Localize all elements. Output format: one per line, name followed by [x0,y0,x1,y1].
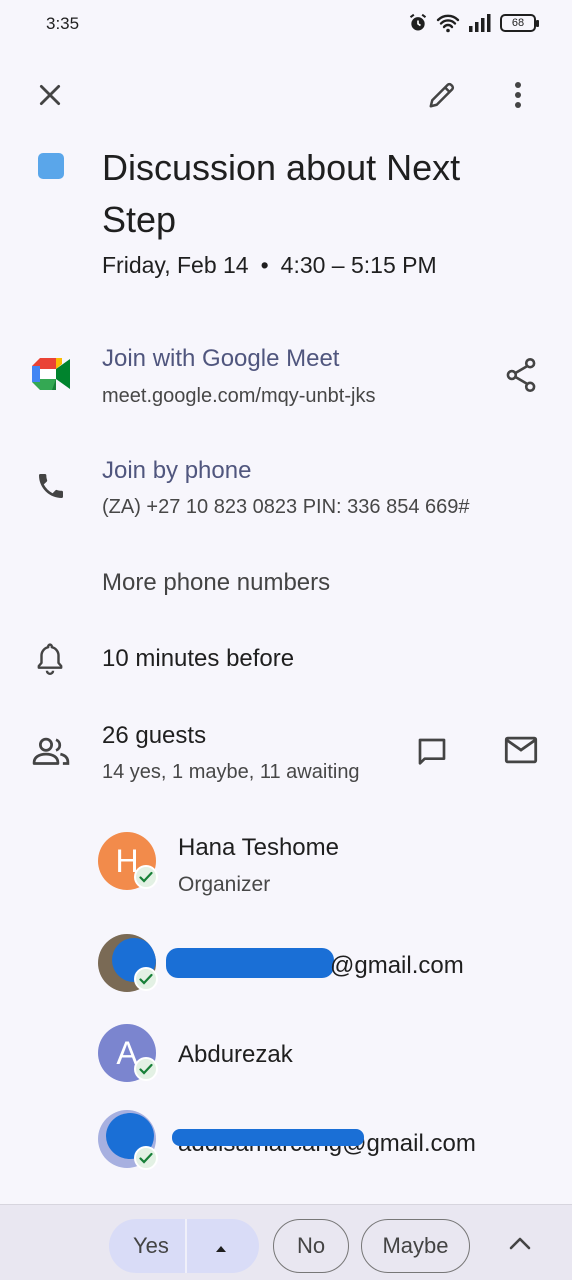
alarm-icon [409,13,427,31]
reminder-text[interactable]: 10 minutes before [102,645,294,673]
more-options-button[interactable] [494,71,542,119]
expand-button[interactable] [496,1219,544,1267]
guest-item[interactable]: A [98,1024,158,1082]
caret-up-icon [216,1246,226,1252]
accepted-check-icon [134,865,158,889]
guest-name: @gmail.com [330,952,464,979]
edit-button[interactable] [418,71,466,119]
guest-item[interactable]: H [98,832,158,890]
join-meet-link[interactable]: Join with Google Meet [102,345,339,373]
chevron-up-icon [509,1237,531,1250]
event-when: Friday, Feb 14 • 4:30 – 5:15 PM [102,252,437,279]
event-time: 4:30 – 5:15 PM [280,252,437,278]
share-button[interactable] [497,351,545,399]
guest-name: Hana Teshome [178,834,339,861]
event-title: Discussion about Next Step [102,147,461,240]
close-icon [39,84,61,106]
event-date: Friday, Feb 14 [102,252,249,278]
bell-icon [35,641,65,680]
mail-icon [504,736,538,764]
more-phone-numbers-link[interactable]: More phone numbers [102,569,330,597]
guest-item[interactable] [98,1110,158,1170]
guest-role: Organizer [178,873,271,896]
close-button[interactable] [26,71,74,119]
status-time: 3:35 [46,14,80,33]
rsvp-yes-button[interactable]: Yes [133,1233,169,1259]
wifi-icon [436,14,460,33]
redaction-mark [166,948,334,978]
guest-count: 26 guests [102,722,207,749]
accepted-check-icon [134,1057,158,1081]
rsvp-bar: Yes No Maybe [0,1204,572,1280]
more-vert-icon [515,82,521,108]
rsvp-options-button[interactable] [213,1237,229,1263]
people-icon [32,736,70,771]
google-meet-icon [32,358,70,395]
rsvp-no-button[interactable]: No [273,1219,349,1273]
phone-icon [35,470,67,507]
rsvp-yes-group: Yes [109,1219,259,1273]
chat-guests-button[interactable] [408,728,456,776]
status-icons: 68 [408,13,539,33]
accepted-check-icon [134,967,158,991]
chat-icon [418,738,446,765]
event-color-swatch [38,153,64,179]
accepted-check-icon [134,1146,158,1170]
redaction-mark [172,1129,364,1146]
email-guests-button[interactable] [497,726,545,774]
separator-dot: • [260,252,269,278]
join-by-phone-link[interactable]: Join by phone [102,457,251,485]
meet-url: meet.google.com/mqy-unbt-jks [102,385,376,407]
rsvp-maybe-button[interactable]: Maybe [361,1219,470,1273]
share-icon [506,358,536,392]
guest-item[interactable] [98,934,158,992]
signal-icon [469,14,491,32]
divider [185,1219,187,1273]
phone-details: (ZA) +27 10 823 0823 PIN: 336 854 669# [102,496,470,518]
pencil-icon [429,82,455,108]
guest-summary: 14 yes, 1 maybe, 11 awaiting [102,761,360,783]
guest-name: Abdurezak [178,1041,293,1068]
battery-indicator: 68 [500,14,539,32]
